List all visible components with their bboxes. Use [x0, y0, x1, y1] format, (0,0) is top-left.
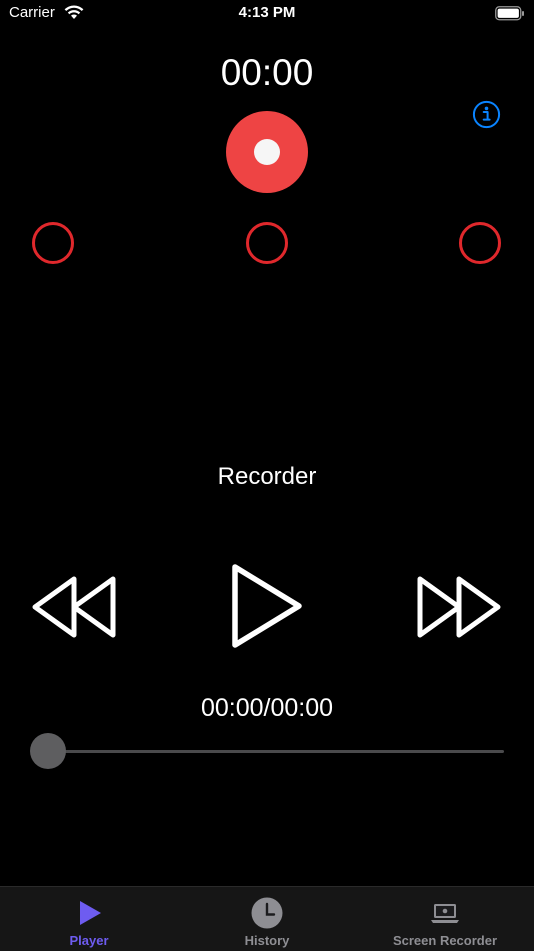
slider-track	[48, 750, 504, 753]
play-button[interactable]	[228, 562, 308, 655]
info-icon	[472, 100, 501, 129]
tab-history-label: History	[244, 933, 290, 948]
fast-forward-icon	[417, 576, 501, 638]
rewind-button[interactable]	[30, 574, 120, 645]
laptop-icon	[428, 896, 462, 935]
track-title: Recorder	[217, 463, 317, 490]
tab-player-label: Player	[69, 933, 109, 948]
record-button[interactable]	[226, 111, 308, 193]
tab-history[interactable]: History	[178, 887, 356, 951]
elapsed-timer: 00:00	[220, 52, 314, 93]
rewind-icon	[32, 576, 116, 638]
marker-slot-1[interactable]	[32, 222, 74, 264]
playback-position: 00:00/00:00	[200, 694, 334, 722]
playback-slider[interactable]	[30, 733, 504, 769]
clock-icon	[250, 896, 284, 935]
play-icon	[72, 896, 106, 935]
tab-screen-recorder[interactable]: Screen Recorder	[356, 887, 534, 951]
marker-slot-3[interactable]	[459, 222, 501, 264]
tab-screen-recorder-label: Screen Recorder	[392, 933, 498, 948]
status-time: 4:13 PM	[238, 4, 296, 21]
fast-forward-button[interactable]	[414, 574, 506, 645]
slider-thumb[interactable]	[30, 733, 66, 769]
record-dot-icon	[254, 139, 280, 165]
marker-slot-2[interactable]	[246, 222, 288, 264]
info-button[interactable]	[472, 100, 501, 134]
battery-icon	[495, 6, 525, 26]
tab-player[interactable]: Player	[0, 887, 178, 951]
tab-bar: Player History Screen Recorder	[0, 886, 534, 951]
play-icon	[232, 564, 302, 648]
